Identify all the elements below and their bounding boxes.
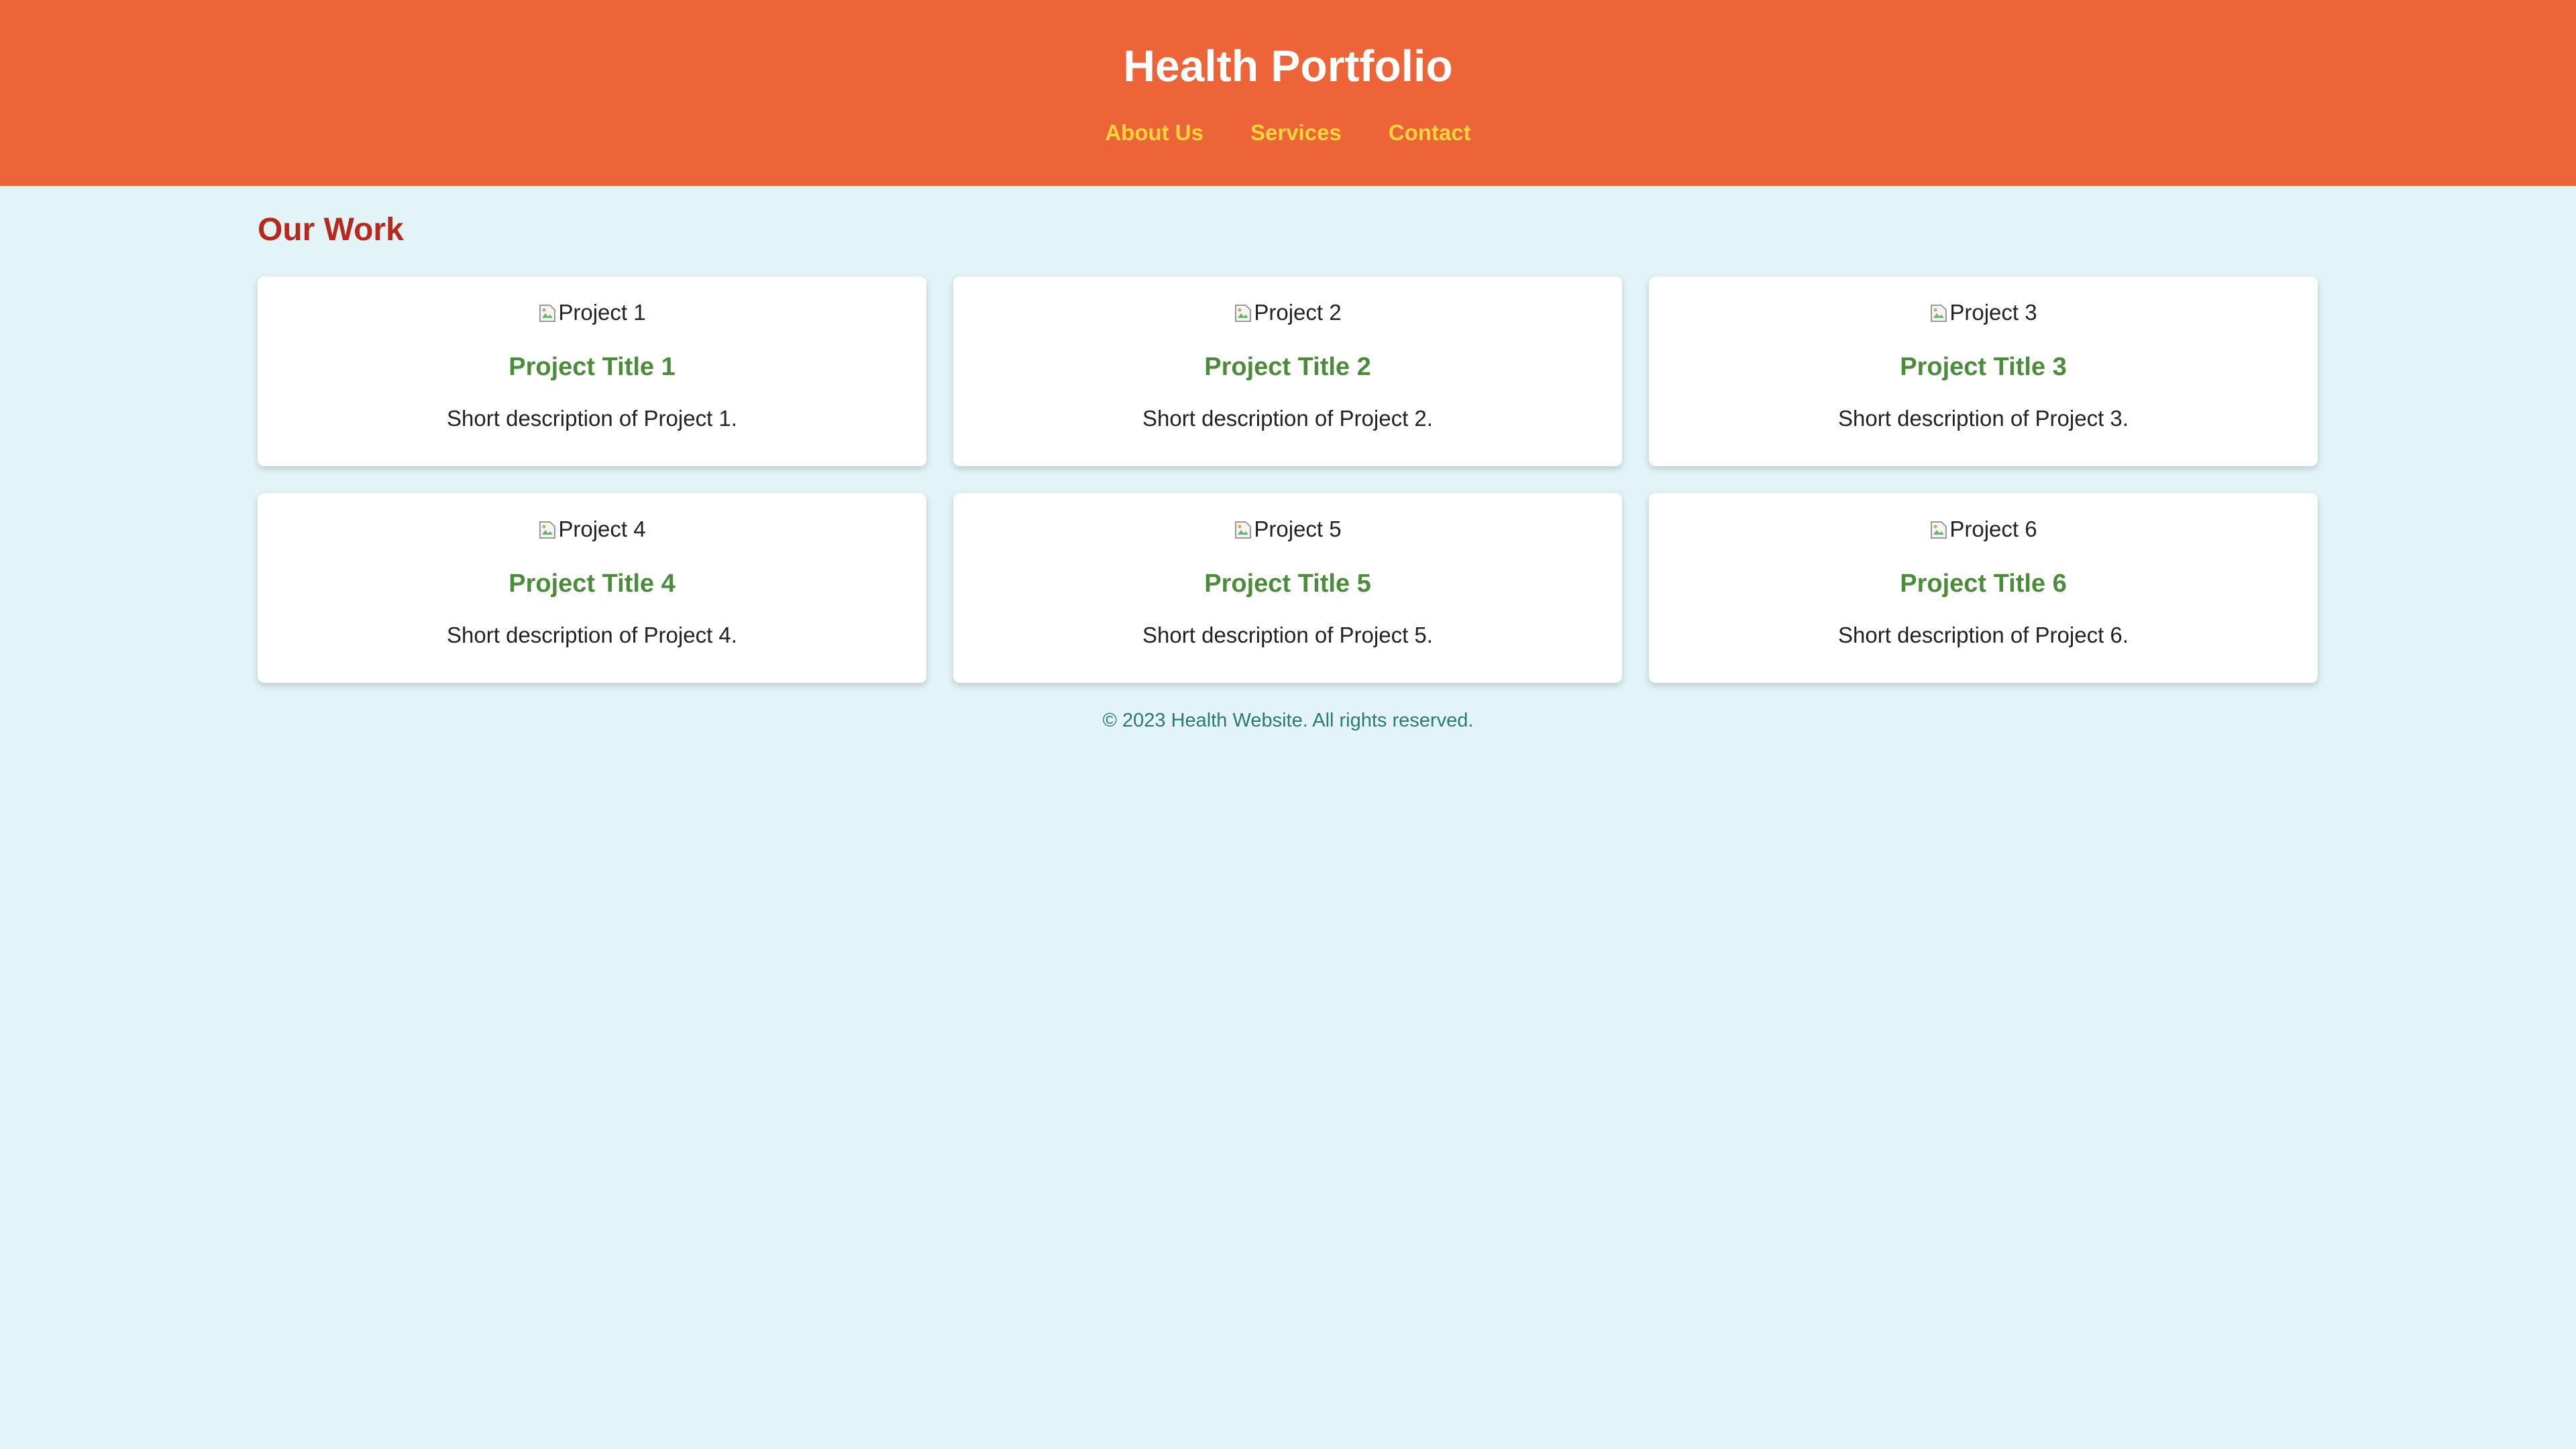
site-header: Health Portfolio About Us Services Conta… (0, 0, 2576, 186)
broken-image-icon (538, 303, 557, 323)
project-card: Project 3 Project Title 3 Short descript… (1649, 276, 2318, 466)
project-grid: Project 1 Project Title 1 Short descript… (258, 276, 2318, 683)
project-card: Project 5 Project Title 5 Short descript… (953, 493, 1622, 683)
broken-image-icon (1234, 519, 1252, 539)
image-alt-text: Project 2 (1254, 300, 1342, 325)
image-alt-text: Project 4 (558, 517, 646, 541)
project-title: Project Title 1 (508, 353, 676, 381)
project-card: Project 1 Project Title 1 Short descript… (258, 276, 926, 466)
project-image: Project 4 (258, 516, 926, 543)
broken-image-icon (1929, 303, 1948, 323)
project-card: Project 4 Project Title 4 Short descript… (258, 493, 926, 683)
project-image: Project 3 (1649, 299, 2318, 326)
nav-link-about-us[interactable]: About Us (1105, 118, 1203, 148)
copyright-text: © 2023 Health Website. All rights reserv… (1102, 710, 1474, 731)
project-image: Project 2 (953, 299, 1622, 326)
project-card: Project 6 Project Title 6 Short descript… (1649, 493, 2318, 683)
project-card: Project 2 Project Title 2 Short descript… (953, 276, 1622, 466)
broken-image-icon (1929, 519, 1948, 539)
project-title: Project Title 4 (508, 570, 676, 598)
site-title: Health Portfolio (1123, 41, 1453, 91)
project-title: Project Title 5 (1204, 570, 1371, 598)
project-image: Project 6 (1649, 516, 2318, 543)
main-nav: About Us Services Contact (0, 118, 2576, 148)
project-description: Short description of Project 5. (1142, 623, 1433, 647)
image-alt-text: Project 3 (1949, 300, 2037, 325)
project-image: Project 5 (953, 516, 1622, 543)
project-description: Short description of Project 4. (447, 623, 737, 647)
section-title: Our Work (258, 212, 404, 248)
image-alt-text: Project 6 (1949, 517, 2037, 541)
project-description: Short description of Project 2. (1142, 406, 1433, 431)
broken-image-icon (1234, 303, 1252, 323)
project-description: Short description of Project 6. (1838, 623, 2129, 647)
nav-link-services[interactable]: Services (1250, 118, 1342, 148)
project-image: Project 1 (258, 299, 926, 326)
project-title: Project Title 3 (1900, 353, 2067, 381)
broken-image-icon (538, 519, 557, 539)
project-title: Project Title 6 (1900, 570, 2067, 598)
project-title: Project Title 2 (1204, 353, 1371, 381)
image-alt-text: Project 5 (1254, 517, 1342, 541)
project-description: Short description of Project 3. (1838, 406, 2129, 431)
image-alt-text: Project 1 (558, 300, 646, 325)
nav-link-contact[interactable]: Contact (1389, 118, 1471, 148)
site-footer: © 2023 Health Website. All rights reserv… (0, 707, 2576, 734)
project-description: Short description of Project 1. (447, 406, 737, 431)
